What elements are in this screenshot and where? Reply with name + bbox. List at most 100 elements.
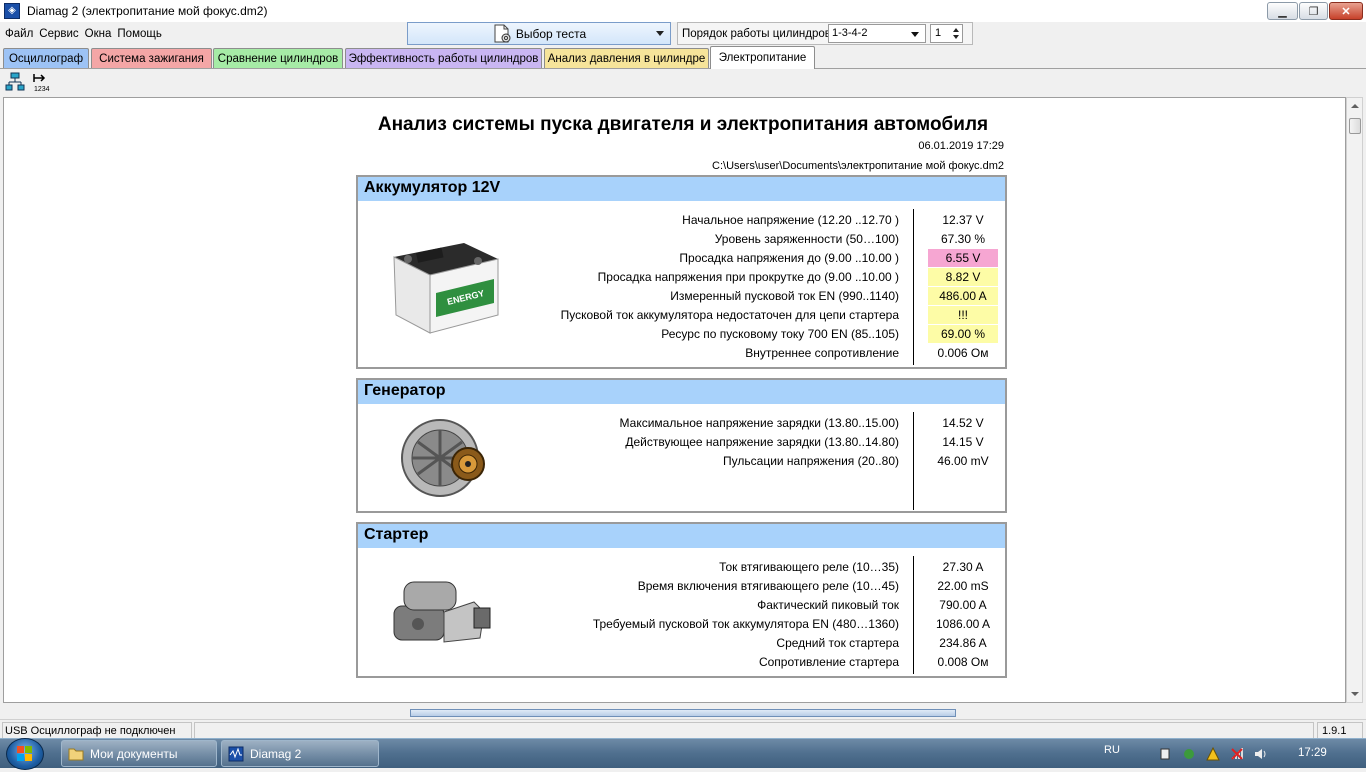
taskbar-item-label: Diamag 2 <box>250 746 302 761</box>
connection-status: USB Осциллограф не подключен <box>2 722 192 739</box>
table-row: Сопротивление стартера 0.008 Ом <box>358 653 1005 672</box>
row-label: Ток втягивающего реле (10…35) <box>719 560 899 574</box>
taskbar-item-label: Мои документы <box>90 746 178 761</box>
start-button[interactable] <box>6 738 44 770</box>
cylinder-number-value: 1 <box>935 27 942 39</box>
warning-flag-icon[interactable] <box>1206 747 1220 761</box>
row-label: Ресурс по пусковому току 700 EN (85..105… <box>661 327 899 341</box>
row-value: 234.86 A <box>939 636 987 650</box>
table-row: Ток втягивающего реле (10…35) 27.30 A <box>358 558 1005 577</box>
menu-help[interactable]: Помощь <box>114 28 164 40</box>
row-label: Пусковой ток аккумулятора недостаточен д… <box>560 308 899 322</box>
minimize-button[interactable]: ▁ <box>1267 2 1298 20</box>
close-button[interactable]: ✕ <box>1329 2 1363 20</box>
report-title: Анализ системы пуска двигателя и электро… <box>377 114 989 135</box>
report-date: 06.01.2019 17:29 <box>918 140 1004 152</box>
table-row: Просадка напряжения при прокрутке до (9.… <box>358 268 1005 287</box>
taskbar-my-documents[interactable]: Мои документы <box>61 740 217 767</box>
svg-text:1234: 1234 <box>34 86 50 92</box>
folder-icon <box>68 748 84 760</box>
generator-section: Генератор Максимальное напряжение зарядк… <box>356 378 1007 513</box>
table-row: Максимальное напряжение зарядки (13.80..… <box>358 414 1005 433</box>
menu-file[interactable]: Файл <box>2 28 36 40</box>
tab-cylinder-efficiency[interactable]: Эффективность работы цилиндров <box>345 48 542 68</box>
row-label: Действующее напряжение зарядки (13.80..1… <box>625 435 899 449</box>
taskbar-diamag[interactable]: Diamag 2 <box>221 740 379 767</box>
row-value: 1086.00 A <box>935 617 991 631</box>
scroll-up-icon[interactable] <box>1351 104 1359 108</box>
row-label: Уровень заряженности (50…100) <box>714 232 899 246</box>
maximize-button[interactable]: ❐ <box>1299 2 1328 20</box>
tab-cylinder-compare[interactable]: Сравнение цилиндров <box>213 48 343 68</box>
window-title: Diamag 2 (электропитание мой фокус.dm2) <box>27 4 268 18</box>
tab-power-supply[interactable]: Электропитание <box>710 46 815 69</box>
volume-icon[interactable] <box>1254 747 1268 761</box>
network-status-icon[interactable] <box>1230 747 1244 761</box>
row-value-alert: 6.55 V <box>928 249 998 267</box>
vertical-scrollbar[interactable] <box>1346 97 1363 703</box>
table-row: Пульсации напряжения (20..80) 46.00 mV <box>358 452 1005 471</box>
table-row: Требуемый пусковой ток аккумулятора EN (… <box>358 615 1005 634</box>
tab-label: Анализ давления в цилиндре <box>547 52 706 65</box>
windows-logo-icon <box>17 746 32 761</box>
cylinder-order-value: 1-3-4-2 <box>832 27 868 39</box>
cylinder-order-label: Порядок работы цилиндров <box>682 27 831 40</box>
test-select-label: Выбор теста <box>515 26 587 41</box>
table-row: Внутреннее сопротивление 0.006 Ом <box>358 344 1005 363</box>
app-icon: ◈ <box>4 3 20 19</box>
menu-service[interactable]: Сервис <box>36 28 81 40</box>
tab-pressure-analysis[interactable]: Анализ давления в цилиндре <box>544 48 709 68</box>
status-panel <box>194 722 1314 739</box>
cylinder-number-stepper[interactable]: 1 <box>930 24 963 43</box>
row-value: 14.52 V <box>942 416 984 430</box>
row-value-warning: !!! <box>928 306 998 324</box>
arrow-down-icon[interactable] <box>953 35 959 39</box>
table-row: Начальное напряжение (12.20 ..12.70 ) 12.… <box>358 211 1005 230</box>
row-value: 790.00 A <box>939 598 987 612</box>
cylinder-order-panel: Порядок работы цилиндров 1-3-4-2 1 <box>677 22 973 45</box>
row-value: 0.006 Ом <box>937 346 989 360</box>
row-value: 67.30 % <box>940 232 986 246</box>
tab-label: Осциллограф <box>8 52 84 65</box>
row-label: Пульсации напряжения (20..80) <box>723 454 899 468</box>
chevron-down-icon <box>656 31 664 36</box>
table-row: Действующее напряжение зарядки (13.80..1… <box>358 433 1005 452</box>
menu-bar: Файл Сервис Окна Помощь <box>0 22 406 46</box>
row-value: 22.00 mS <box>937 579 989 593</box>
row-value-warning: 8.82 V <box>928 268 998 286</box>
row-value: 12.37 V <box>942 213 984 227</box>
row-label: Фактический пиковый ток <box>757 598 899 612</box>
arrow-up-icon[interactable] <box>953 28 959 32</box>
table-row: Пусковой ток аккумулятора недостаточен д… <box>358 306 1005 325</box>
table-row: Ресурс по пусковому току 700 EN (85..105… <box>358 325 1005 344</box>
numbering-1234-icon[interactable]: 1234 <box>31 72 51 92</box>
row-label: Время включения втягивающего реле (10…45… <box>637 579 899 593</box>
scroll-down-icon[interactable] <box>1351 692 1359 696</box>
row-label: Требуемый пусковой ток аккумулятора EN (… <box>592 617 899 631</box>
test-select-dropdown[interactable]: Выбор теста <box>407 22 671 45</box>
report-file-path: C:\Users\user\Documents\электропитание м… <box>712 160 1004 172</box>
safely-remove-icon[interactable] <box>1182 747 1196 761</box>
table-row: Измеренный пусковой ток EN (990..1140) 48… <box>358 287 1005 306</box>
network-icon[interactable] <box>5 72 25 92</box>
row-label: Начальное напряжение (12.20 ..12.70 ) <box>682 213 899 227</box>
starter-section: Стартер Ток втягивающего реле (10…35) 27.… <box>356 522 1007 678</box>
diamag-icon <box>228 746 244 761</box>
row-value: 27.30 A <box>942 560 984 574</box>
clock[interactable]: 17:29 <box>1298 747 1327 759</box>
tab-label: Система зажигания <box>99 52 204 65</box>
language-indicator[interactable]: RU <box>1104 744 1120 756</box>
tab-ignition[interactable]: Система зажигания <box>91 48 212 68</box>
row-label: Сопротивление стартера <box>758 655 899 669</box>
row-value: 14.15 V <box>942 435 984 449</box>
tab-bar: Осциллограф Система зажигания Сравнение … <box>0 46 1366 69</box>
usb-device-icon[interactable] <box>1158 747 1172 761</box>
row-value-warning: 486.00 A <box>928 287 998 305</box>
taskbar: Мои документы Diamag 2 RU 17:29 <box>0 738 1366 770</box>
chevron-down-icon <box>911 32 919 37</box>
tab-oscilloscope[interactable]: Осциллограф <box>3 48 89 68</box>
cylinder-order-select[interactable]: 1-3-4-2 <box>828 24 926 43</box>
row-label: Максимальное напряжение зарядки (13.80..… <box>619 416 899 430</box>
horizontal-splitter[interactable] <box>410 709 956 717</box>
menu-windows[interactable]: Окна <box>82 28 115 40</box>
